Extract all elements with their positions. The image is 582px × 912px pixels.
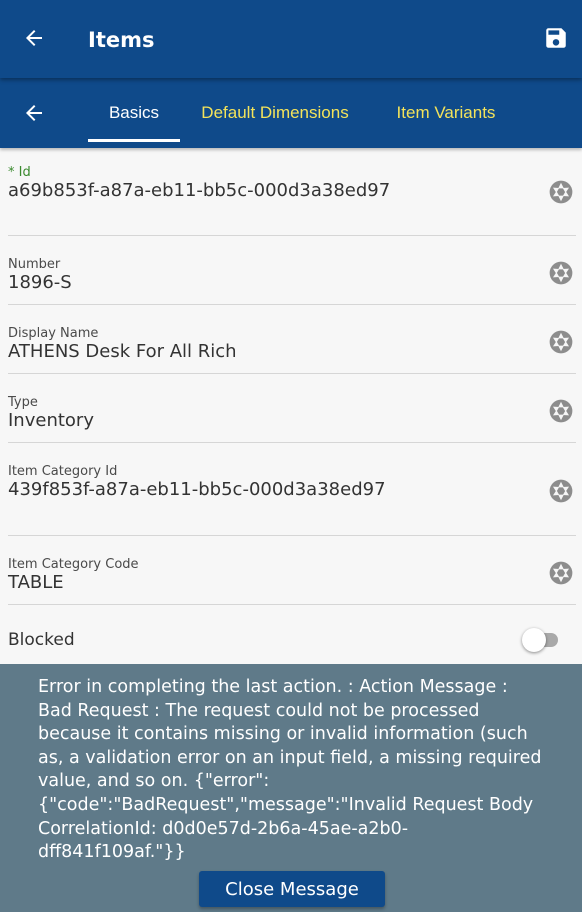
lens-icon[interactable] xyxy=(548,398,574,424)
field-id[interactable]: * Id a69b853f-a87a-eb11-bb5c-000d3a38ed9… xyxy=(0,148,582,236)
field-label: Display Name xyxy=(8,326,99,341)
field-number[interactable]: Number 1896-S xyxy=(0,236,582,305)
lens-icon[interactable] xyxy=(548,179,574,205)
field-label: Item Category Code xyxy=(8,557,139,572)
back-button[interactable] xyxy=(18,22,50,54)
tab-back-button[interactable] xyxy=(18,97,50,129)
tab-basics[interactable]: Basics xyxy=(88,78,180,148)
app-bar: Items xyxy=(0,0,582,78)
tab-label: Item Variants xyxy=(396,103,496,122)
field-value[interactable]: TABLE xyxy=(8,572,64,594)
error-message-panel: Error in completing the last action. : A… xyxy=(0,664,582,912)
arrow-left-icon xyxy=(26,30,42,46)
lens-icon[interactable] xyxy=(548,478,574,504)
tab-label: Basics xyxy=(108,103,160,122)
field-display-name[interactable]: Display Name ATHENS Desk For All Rich xyxy=(0,305,582,374)
field-value[interactable]: 1896-S xyxy=(8,272,72,294)
lens-icon[interactable] xyxy=(548,329,574,355)
tab-item-variants[interactable]: Item Variants xyxy=(392,78,500,148)
error-message-text: Error in completing the last action. : A… xyxy=(38,677,542,863)
lens-icon[interactable] xyxy=(548,560,574,586)
field-blocked: Blocked xyxy=(0,605,582,664)
tab-bar: Basics Default Dimensions Item Variants xyxy=(0,78,582,148)
field-value[interactable]: 439f853f-a87a-eb11-bb5c-000d3a38ed97 xyxy=(8,479,386,501)
field-value[interactable]: a69b853f-a87a-eb11-bb5c-000d3a38ed97 xyxy=(8,180,390,202)
field-label: * Id xyxy=(8,165,31,180)
blocked-toggle[interactable] xyxy=(522,628,558,652)
active-tab-indicator xyxy=(88,139,180,142)
save-floppy-icon xyxy=(546,28,566,48)
arrow-left-icon xyxy=(26,105,42,121)
field-value[interactable]: Inventory xyxy=(8,410,94,432)
field-type[interactable]: Type Inventory xyxy=(0,374,582,443)
close-message-button[interactable]: Close Message xyxy=(199,871,385,907)
save-button[interactable] xyxy=(540,22,572,54)
page-title: Items xyxy=(88,28,155,52)
field-label: Blocked xyxy=(8,630,75,650)
lens-icon[interactable] xyxy=(548,260,574,286)
field-item-category-id[interactable]: Item Category Id 439f853f-a87a-eb11-bb5c… xyxy=(0,443,582,536)
item-form: * Id a69b853f-a87a-eb11-bb5c-000d3a38ed9… xyxy=(0,148,582,664)
field-label: Type xyxy=(8,395,38,410)
tab-default-dimensions[interactable]: Default Dimensions xyxy=(196,78,354,148)
field-label: Number xyxy=(8,257,61,272)
field-label: Item Category Id xyxy=(8,464,118,479)
tab-label: Default Dimensions xyxy=(201,103,349,122)
field-item-category-code[interactable]: Item Category Code TABLE xyxy=(0,536,582,605)
toggle-knob xyxy=(522,628,546,652)
field-value[interactable]: ATHENS Desk For All Rich xyxy=(8,341,237,363)
